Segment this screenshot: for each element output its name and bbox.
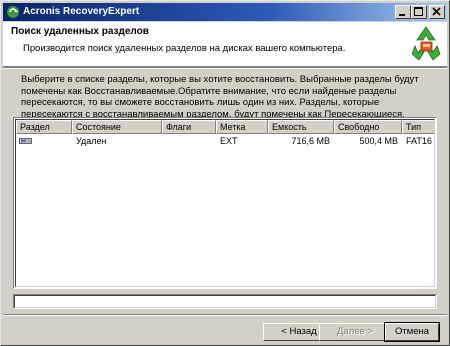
flags-cell xyxy=(166,135,216,147)
recovery-logo-icon xyxy=(411,26,441,61)
column-header-label[interactable]: Метка xyxy=(216,120,268,134)
window-title: Acronis RecoveryExpert xyxy=(23,6,140,17)
table-row[interactable]: Удален EXT 716,6 MB 500,4 MB FAT16 xyxy=(16,135,434,147)
column-header-flags[interactable]: Флаги xyxy=(162,120,216,134)
column-header-capacity[interactable]: Емкость xyxy=(268,120,334,134)
page-subtitle: Производится поиск удаленных разделов на… xyxy=(23,43,346,54)
partitions-list[interactable]: Раздел Состояние Флаги Метка Емкость Сво… xyxy=(13,117,437,289)
capacity-cell: 716,6 MB xyxy=(291,136,330,146)
status-field-value xyxy=(14,295,436,308)
cancel-button[interactable]: Отмена xyxy=(384,322,440,342)
column-header-state[interactable]: Состояние xyxy=(72,120,162,134)
instructions-text: Выберите в списке разделы, которые вы хо… xyxy=(21,74,419,120)
header-separator xyxy=(3,67,447,69)
close-button[interactable] xyxy=(429,5,445,19)
page-title: Поиск удаленных разделов xyxy=(11,26,149,37)
partition-cell xyxy=(16,135,72,147)
free-cell: 500,4 MB xyxy=(359,136,398,146)
maximize-icon xyxy=(414,7,423,16)
maximize-button[interactable] xyxy=(411,5,427,19)
column-header-type[interactable]: Тип xyxy=(402,120,434,134)
title-bar[interactable]: Acronis RecoveryExpert xyxy=(3,3,447,21)
status-field xyxy=(13,294,437,309)
label-cell: EXT xyxy=(220,136,238,146)
column-header-partition[interactable]: Раздел xyxy=(16,120,72,134)
app-icon xyxy=(7,6,19,18)
minimize-icon xyxy=(399,14,405,16)
type-cell: FAT16 xyxy=(406,136,432,146)
column-header-free[interactable]: Свободно xyxy=(334,120,402,134)
disk-icon xyxy=(19,138,32,144)
minimize-button[interactable] xyxy=(395,5,411,19)
wizard-window: Acronis RecoveryExpert Поиск удаленных р… xyxy=(0,0,450,346)
wizard-header: Поиск удаленных разделов Производится по… xyxy=(3,22,447,67)
next-button[interactable]: Далее > xyxy=(319,323,391,341)
close-icon xyxy=(432,7,441,16)
state-cell: Удален xyxy=(76,136,107,146)
footer-separator xyxy=(3,314,447,316)
